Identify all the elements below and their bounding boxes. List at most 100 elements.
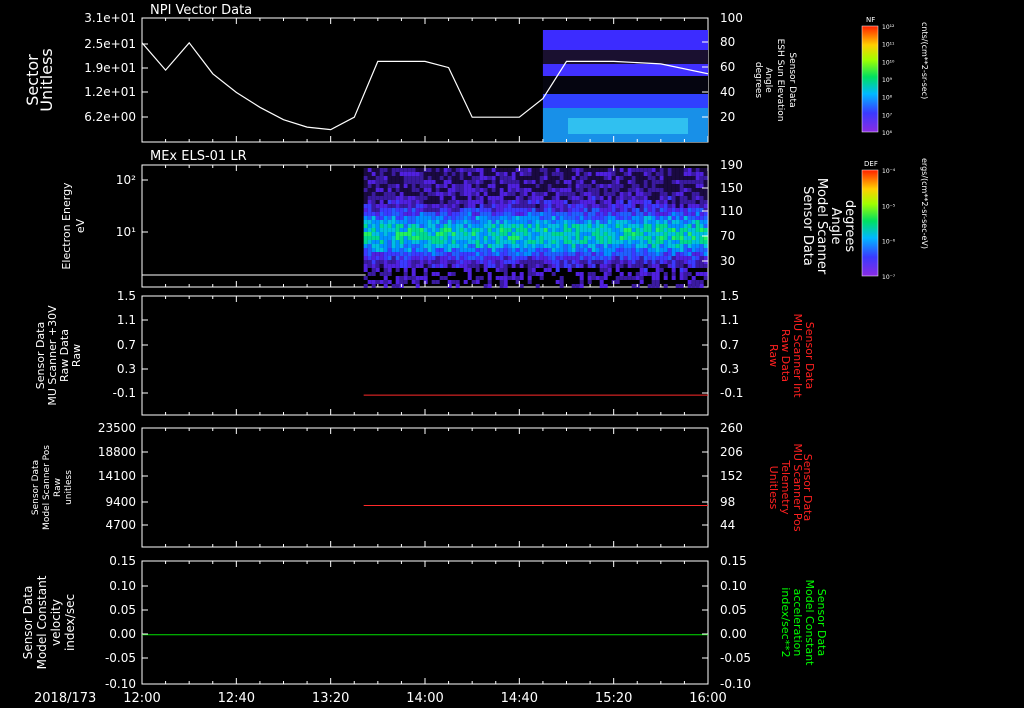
heatmap-cell xyxy=(627,228,632,232)
heatmap-cell xyxy=(463,176,468,180)
heatmap-cell xyxy=(407,240,412,244)
heatmap-cell xyxy=(567,264,572,268)
heatmap-cell xyxy=(379,180,384,184)
heatmap-cell xyxy=(391,216,396,220)
heatmap-cell xyxy=(395,184,400,188)
heatmap-cell xyxy=(579,224,584,228)
heatmap-cell xyxy=(427,244,432,248)
heatmap-cell xyxy=(423,272,428,276)
heatmap-cell xyxy=(415,228,420,232)
heatmap-cell xyxy=(427,212,432,216)
heatmap-cell xyxy=(619,252,624,256)
heatmap-cell xyxy=(435,252,440,256)
heatmap-cell xyxy=(471,248,476,252)
heatmap-cell xyxy=(627,204,632,208)
heatmap-cell xyxy=(419,196,424,200)
heatmap-cell xyxy=(415,188,420,192)
heatmap-cell xyxy=(419,180,424,184)
heatmap-cell xyxy=(367,264,372,268)
heatmap-cell xyxy=(459,204,464,208)
heatmap-cell xyxy=(663,260,668,264)
heatmap-cell xyxy=(547,172,552,176)
heatmap-cell xyxy=(575,196,580,200)
heatmap-cell xyxy=(543,252,548,256)
heatmap-cell xyxy=(443,264,448,268)
heatmap-cell xyxy=(671,272,676,276)
heatmap-cell xyxy=(527,204,532,208)
heatmap-cell xyxy=(567,204,572,208)
heatmap-cell xyxy=(631,220,636,224)
heatmap-cell xyxy=(567,208,572,212)
heatmap-cell xyxy=(623,232,628,236)
heatmap-cell xyxy=(651,236,656,240)
heatmap-cell xyxy=(391,192,396,196)
heatmap-cell xyxy=(511,212,516,216)
heatmap-cell xyxy=(647,256,652,260)
heatmap-cell xyxy=(503,252,508,256)
heatmap-cell xyxy=(539,192,544,196)
heatmap-cell xyxy=(479,228,484,232)
heatmap-cell xyxy=(395,208,400,212)
npi-spectrogram-band-top xyxy=(542,30,708,50)
heatmap-cell xyxy=(527,168,532,172)
heatmap-cell xyxy=(363,184,368,188)
heatmap-cell xyxy=(395,284,400,288)
heatmap-cell xyxy=(435,212,440,216)
heatmap-cell xyxy=(407,180,412,184)
heatmap-cell xyxy=(571,284,576,288)
heatmap-cell xyxy=(591,240,596,244)
heatmap-cell xyxy=(551,212,556,216)
heatmap-cell xyxy=(703,168,708,172)
heatmap-cell xyxy=(395,196,400,200)
heatmap-cell xyxy=(615,168,620,172)
heatmap-cell xyxy=(703,220,708,224)
heatmap-cell xyxy=(543,268,548,272)
npi-spectrogram-band-core xyxy=(568,118,688,134)
heatmap-cell xyxy=(631,192,636,196)
heatmap-cell xyxy=(523,264,528,268)
heatmap-cell xyxy=(555,196,560,200)
heatmap-cell xyxy=(687,244,692,248)
time-tick-label: 13:20 xyxy=(312,691,349,706)
heatmap-cell xyxy=(607,252,612,256)
heatmap-cell xyxy=(459,200,464,204)
heatmap-cell xyxy=(495,244,500,248)
heatmap-cell xyxy=(375,232,380,236)
heatmap-cell xyxy=(439,176,444,180)
heatmap-cell xyxy=(475,212,480,216)
heatmap-cell xyxy=(699,192,704,196)
heatmap-cell xyxy=(527,232,532,236)
heatmap-cell xyxy=(475,240,480,244)
heatmap-cell xyxy=(575,236,580,240)
heatmap-cell xyxy=(543,200,548,204)
heatmap-cell xyxy=(683,220,688,224)
heatmap-cell xyxy=(491,264,496,268)
heatmap-cell xyxy=(639,204,644,208)
heatmap-cell xyxy=(583,260,588,264)
heatmap-cell xyxy=(595,180,600,184)
heatmap-cell xyxy=(495,228,500,232)
heatmap-cell xyxy=(619,180,624,184)
heatmap-cell xyxy=(587,200,592,204)
heatmap-cell xyxy=(427,216,432,220)
heatmap-cell xyxy=(579,260,584,264)
heatmap-cell xyxy=(567,212,572,216)
heatmap-cell xyxy=(419,208,424,212)
heatmap-cell xyxy=(675,260,680,264)
heatmap-cell xyxy=(679,260,684,264)
heatmap-cell xyxy=(567,192,572,196)
heatmap-cell xyxy=(583,232,588,236)
heatmap-cell xyxy=(655,204,660,208)
heatmap-cell xyxy=(455,180,460,184)
heatmap-cell xyxy=(431,220,436,224)
left-tick-label: 23500 xyxy=(98,421,136,435)
heatmap-cell xyxy=(391,200,396,204)
heatmap-cell xyxy=(591,244,596,248)
heatmap-cell xyxy=(655,280,660,284)
heatmap-cell xyxy=(611,224,616,228)
heatmap-cell xyxy=(391,196,396,200)
heatmap-cell xyxy=(539,240,544,244)
heatmap-cell xyxy=(479,224,484,228)
heatmap-cell xyxy=(527,216,532,220)
heatmap-cell xyxy=(595,188,600,192)
